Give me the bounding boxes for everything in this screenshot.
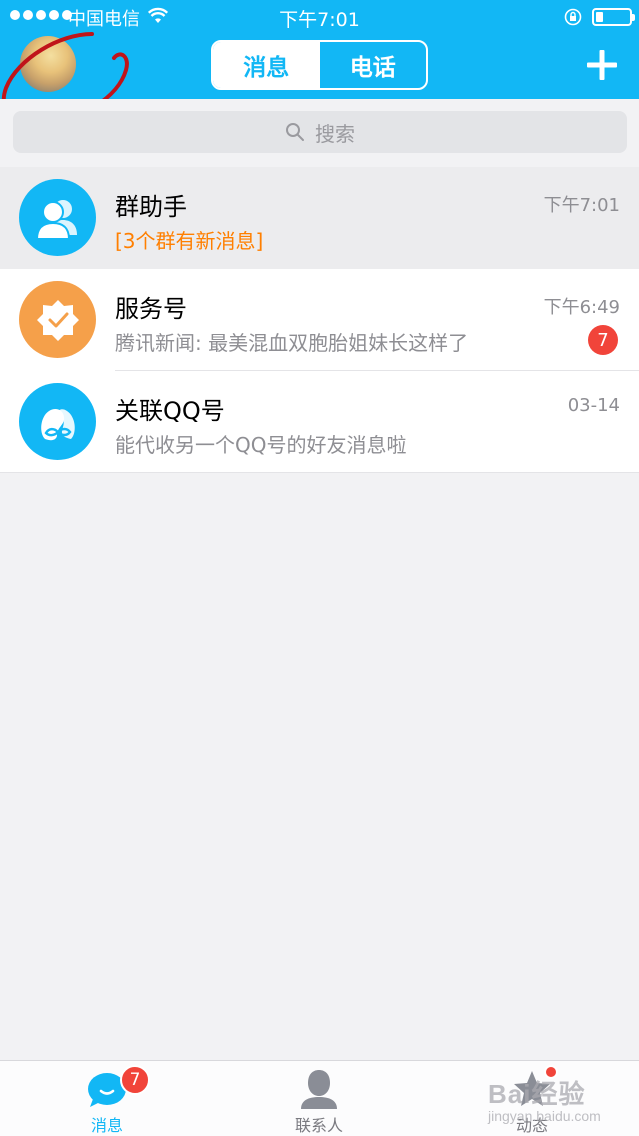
conversation-preview: [3个群有新消息]	[115, 229, 264, 253]
conversation-title: 关联QQ号	[115, 397, 225, 425]
conversation-list: 群助手 下午7:01 [3个群有新消息] 服务号 下午6:49 腾讯新闻: 最美…	[0, 167, 639, 473]
battery-icon	[592, 8, 635, 26]
unread-badge: 7	[588, 325, 618, 355]
status-bar: 中国电信 下午7:01	[0, 0, 639, 34]
tab-bar-messages[interactable]: 7 消息	[47, 1061, 167, 1136]
conversation-preview: 能代收另一个QQ号的好友消息啦	[115, 433, 407, 457]
tab-label: 动态	[515, 1116, 548, 1135]
conversation-row-group-helper[interactable]: 群助手 下午7:01 [3个群有新消息]	[0, 167, 639, 269]
bottom-tab-bar: 7 消息 联系人 动态	[0, 1060, 639, 1136]
tab-bar-contacts[interactable]: 联系人	[259, 1061, 379, 1136]
search-area: 搜索	[0, 99, 639, 165]
tab-calls[interactable]: 电话	[320, 42, 427, 88]
conversation-title: 服务号	[115, 295, 187, 323]
tab-label: 联系人	[294, 1116, 343, 1135]
service-badge-icon	[19, 281, 96, 358]
rotation-lock-icon	[564, 8, 582, 26]
search-icon	[286, 123, 304, 141]
tab-messages[interactable]: 消息	[213, 42, 320, 88]
search-bar[interactable]: 搜索	[13, 111, 627, 153]
tab-bar-feed[interactable]: 动态	[472, 1061, 592, 1136]
conversation-preview: 腾讯新闻: 最美混血双胞胎姐妹长这样了	[115, 331, 469, 355]
conversation-time: 下午6:49	[543, 297, 620, 318]
row-divider	[0, 472, 639, 473]
tab-unread-badge: 7	[120, 1065, 150, 1095]
tab-label: 消息	[90, 1116, 123, 1135]
search-placeholder: 搜索	[315, 121, 355, 146]
conversation-time: 下午7:01	[543, 195, 620, 216]
conversation-row-service[interactable]: 服务号 下午6:49 腾讯新闻: 最美混血双胞胎姐妹长这样了 7	[0, 269, 639, 371]
plus-icon[interactable]	[586, 49, 618, 81]
new-feed-dot	[544, 1065, 558, 1079]
contact-person-icon	[301, 1070, 337, 1109]
conversation-time: 03-14	[567, 395, 620, 416]
message-call-switch: 消息 电话	[211, 40, 428, 90]
conversation-title: 群助手	[115, 193, 187, 221]
status-time: 下午7:01	[279, 9, 360, 31]
conversation-row-linked-qq[interactable]: 关联QQ号 03-14 能代收另一个QQ号的好友消息啦	[0, 371, 639, 473]
user-avatar[interactable]	[20, 36, 76, 92]
app-header: 中国电信 下午7:01 消息 电话	[0, 0, 639, 99]
linked-qq-icon	[19, 383, 96, 460]
group-helper-icon	[19, 179, 96, 256]
